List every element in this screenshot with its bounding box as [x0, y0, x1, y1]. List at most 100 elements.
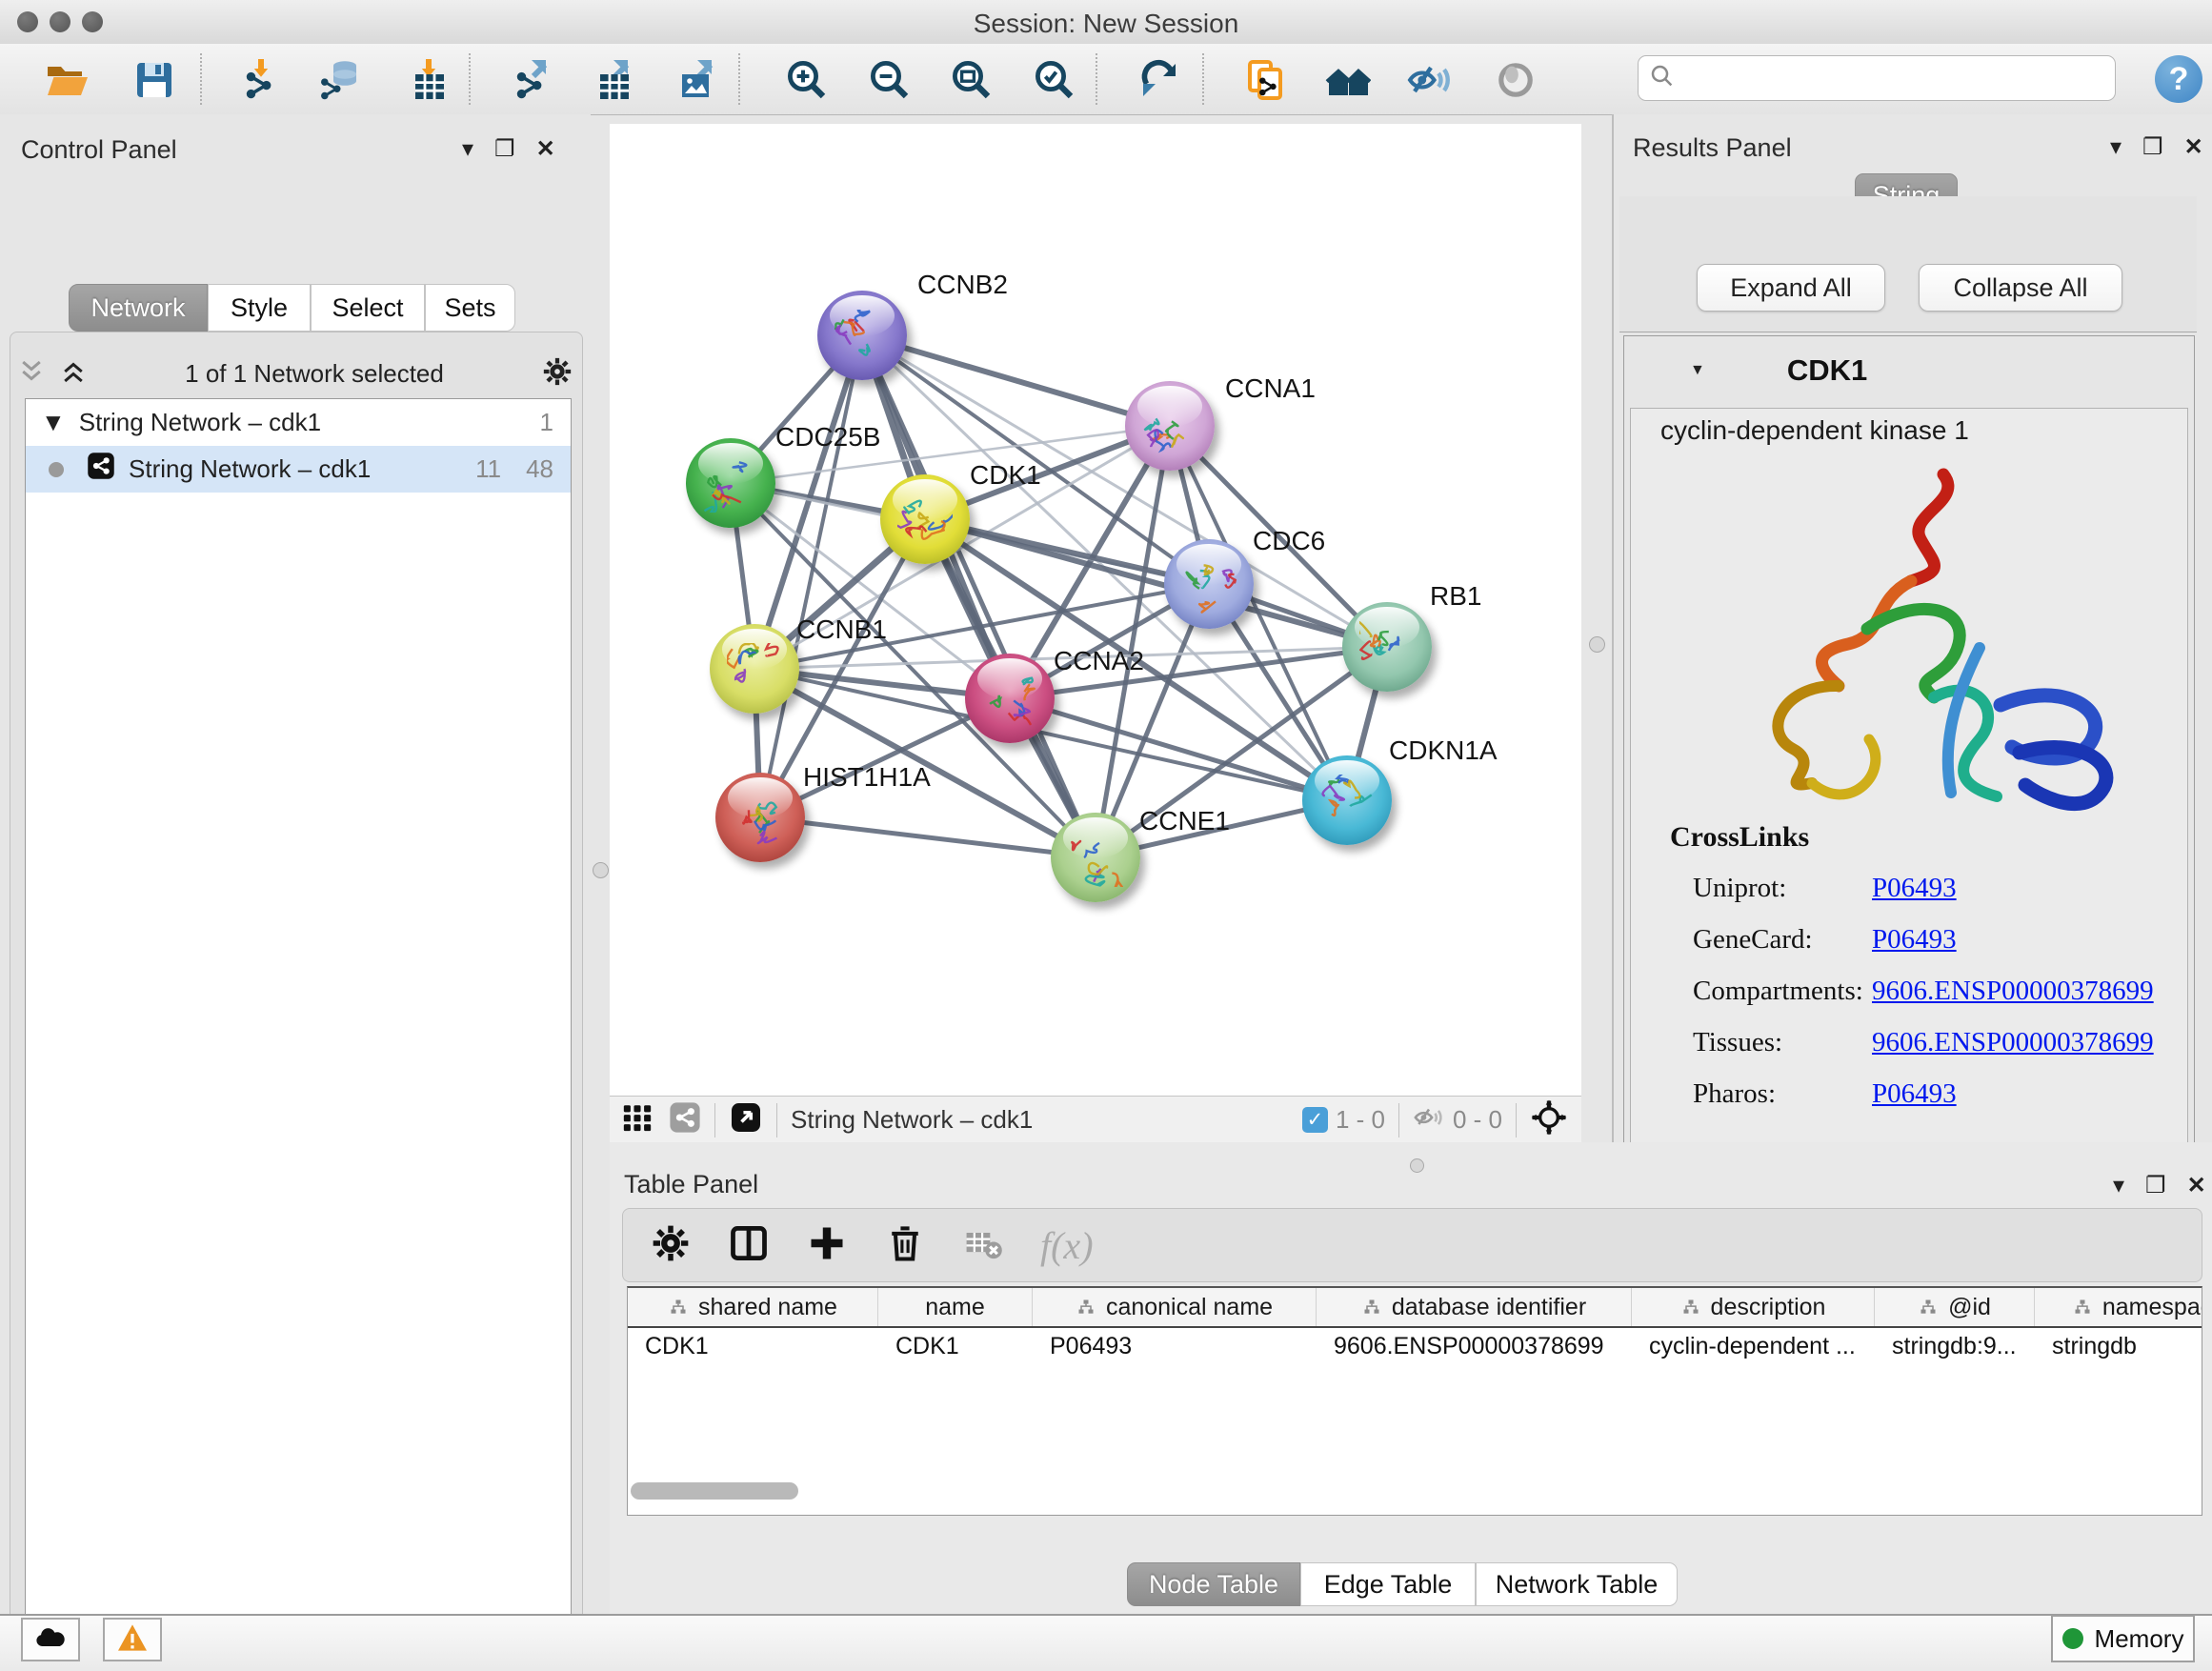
table-cell[interactable]: CDK1	[628, 1333, 878, 1360]
column-header-namespace[interactable]: namespace	[2035, 1288, 2202, 1326]
network-row[interactable]: String Network – cdk1 11 48	[26, 446, 571, 493]
network-node-rb1[interactable]	[1342, 602, 1432, 692]
entry-name: CDK1	[1787, 353, 1867, 388]
tab-select[interactable]: Select	[311, 284, 425, 332]
selected-checkbox-icon[interactable]: ✓	[1302, 1107, 1328, 1133]
crosslink-label: Tissues:	[1693, 1027, 1872, 1058]
expand-all-button[interactable]: Expand All	[1697, 264, 1885, 312]
add-column-icon[interactable]	[806, 1222, 848, 1269]
export-table-icon[interactable]	[589, 55, 638, 105]
column-header-description[interactable]: description	[1632, 1288, 1875, 1326]
column-header-canonical-name[interactable]: canonical name	[1033, 1288, 1317, 1326]
column-header-shared-name[interactable]: shared name	[628, 1288, 878, 1326]
search-input[interactable]	[1677, 63, 2105, 94]
collection-expand-icon[interactable]: ▼	[41, 408, 66, 437]
cloud-icon	[33, 1625, 68, 1655]
table-row[interactable]: CDK1CDK1P064939606.ENSP00000378699cyclin…	[628, 1328, 2202, 1364]
network-canvas[interactable]: CCNB2CCNA1CDC25BCDK1CDC6RB1CCNB1CCNA2CDK…	[610, 124, 1581, 1096]
network-collection-row[interactable]: ▼ String Network – cdk1 1	[26, 399, 571, 446]
table-horizontal-scrollbar[interactable]	[631, 1482, 798, 1500]
maximize-panel-icon[interactable]: ❐	[494, 135, 515, 163]
delete-column-icon[interactable]	[884, 1222, 926, 1269]
network-node-cdk1[interactable]	[880, 474, 970, 564]
network-node-ccna1[interactable]	[1125, 381, 1215, 471]
network-options-gear-icon[interactable]	[541, 355, 573, 393]
split-panel-icon[interactable]	[728, 1222, 770, 1269]
crosslink-row: GeneCard:P06493	[1693, 924, 2169, 956]
network-node-cdkn1a[interactable]	[1302, 755, 1392, 845]
zoom-selected-icon[interactable]	[1030, 55, 1079, 105]
column-header-name[interactable]: name	[878, 1288, 1033, 1326]
zoom-in-icon[interactable]	[782, 55, 832, 105]
zoom-fit-icon[interactable]	[947, 55, 996, 105]
crosslink-link[interactable]: P06493	[1872, 873, 1957, 904]
table-cell[interactable]: P06493	[1033, 1333, 1317, 1360]
table-cell[interactable]: 9606.ENSP00000378699	[1317, 1333, 1632, 1360]
results-splitter-handle[interactable]	[1589, 636, 1605, 653]
network-node-ccne1[interactable]	[1051, 813, 1140, 902]
tab-edge-table[interactable]: Edge Table	[1300, 1562, 1476, 1606]
share-view-icon[interactable]	[669, 1101, 701, 1138]
hide-display-icon[interactable]	[1405, 55, 1455, 105]
network-node-cdc25b[interactable]	[686, 438, 775, 528]
node-label-ccna1: CCNA1	[1225, 373, 1316, 404]
import-table-icon[interactable]	[404, 55, 453, 105]
network-node-ccnb2[interactable]	[817, 291, 907, 380]
export-network-icon[interactable]	[507, 55, 556, 105]
node-table[interactable]: shared namenamecanonical namedatabase id…	[627, 1286, 2202, 1516]
copy-network-icon[interactable]	[1241, 55, 1291, 105]
table-splitter-handle[interactable]	[1410, 1158, 1424, 1173]
float-results-icon[interactable]: ▾	[2110, 133, 2122, 161]
maximize-results-icon[interactable]: ❐	[2142, 133, 2163, 161]
save-session-icon[interactable]	[130, 55, 179, 105]
maximize-table-icon[interactable]: ❐	[2145, 1172, 2166, 1199]
entry-collapse-icon[interactable]: ▼	[1690, 362, 1705, 379]
open-session-icon[interactable]	[42, 55, 91, 105]
close-results-icon[interactable]: ✕	[2184, 133, 2203, 161]
float-panel-icon[interactable]: ▾	[462, 135, 473, 163]
import-database-icon[interactable]	[318, 55, 368, 105]
birds-eye-toggle-icon[interactable]	[1530, 1098, 1568, 1141]
network-node-ccnb1[interactable]	[710, 624, 799, 714]
home-panel-icon[interactable]	[1323, 55, 1373, 105]
column-header--id[interactable]: @id	[1875, 1288, 2035, 1326]
zoom-out-icon[interactable]	[865, 55, 915, 105]
open-in-window-icon[interactable]	[729, 1100, 763, 1139]
crosslink-link[interactable]: P06493	[1872, 1078, 1957, 1110]
crosslink-link[interactable]: P06493	[1872, 924, 1957, 956]
network-node-hist1h1a[interactable]	[715, 773, 805, 862]
collapse-all-button[interactable]: Collapse All	[1919, 264, 2122, 312]
tab-style[interactable]: Style	[208, 284, 311, 332]
import-network-icon[interactable]	[236, 55, 286, 105]
help-button[interactable]: ?	[2155, 55, 2202, 103]
collapse-all-networks-icon[interactable]	[17, 357, 46, 391]
table-cell[interactable]: CDK1	[878, 1333, 1033, 1360]
table-cell[interactable]: stringdb:9...	[1875, 1333, 2035, 1360]
search-box[interactable]	[1638, 55, 2116, 101]
tab-network-table[interactable]: Network Table	[1476, 1562, 1678, 1606]
network-node-cdc6[interactable]	[1164, 539, 1254, 629]
crosslink-link[interactable]: 9606.ENSP00000378699	[1872, 976, 2154, 1007]
expand-all-networks-icon[interactable]	[59, 357, 88, 391]
network-node-ccna2[interactable]	[965, 654, 1055, 743]
memory-button[interactable]: Memory	[2051, 1615, 2195, 1662]
cloud-status-button[interactable]	[21, 1618, 80, 1661]
export-image-icon[interactable]	[673, 55, 722, 105]
warning-status-button[interactable]	[103, 1618, 162, 1661]
close-table-icon[interactable]: ✕	[2187, 1172, 2206, 1199]
memory-label: Memory	[2095, 1624, 2184, 1654]
column-header-database-identifier[interactable]: database identifier	[1317, 1288, 1632, 1326]
tab-sets[interactable]: Sets	[425, 284, 515, 332]
close-panel-icon[interactable]: ✕	[536, 135, 555, 163]
tab-network[interactable]: Network	[69, 284, 208, 332]
crosslink-link[interactable]: 9606.ENSP00000378699	[1872, 1027, 2154, 1058]
table-settings-icon[interactable]	[650, 1222, 692, 1269]
tab-node-table[interactable]: Node Table	[1127, 1562, 1300, 1606]
left-splitter-handle[interactable]	[593, 862, 609, 878]
float-table-icon[interactable]: ▾	[2113, 1172, 2124, 1199]
table-cell[interactable]: cyclin-dependent ...	[1632, 1333, 1875, 1360]
refresh-icon[interactable]	[1135, 55, 1184, 105]
table-cell[interactable]: stringdb	[2035, 1333, 2202, 1360]
show-display-icon[interactable]	[1491, 55, 1540, 105]
grid-view-icon[interactable]	[621, 1101, 654, 1138]
